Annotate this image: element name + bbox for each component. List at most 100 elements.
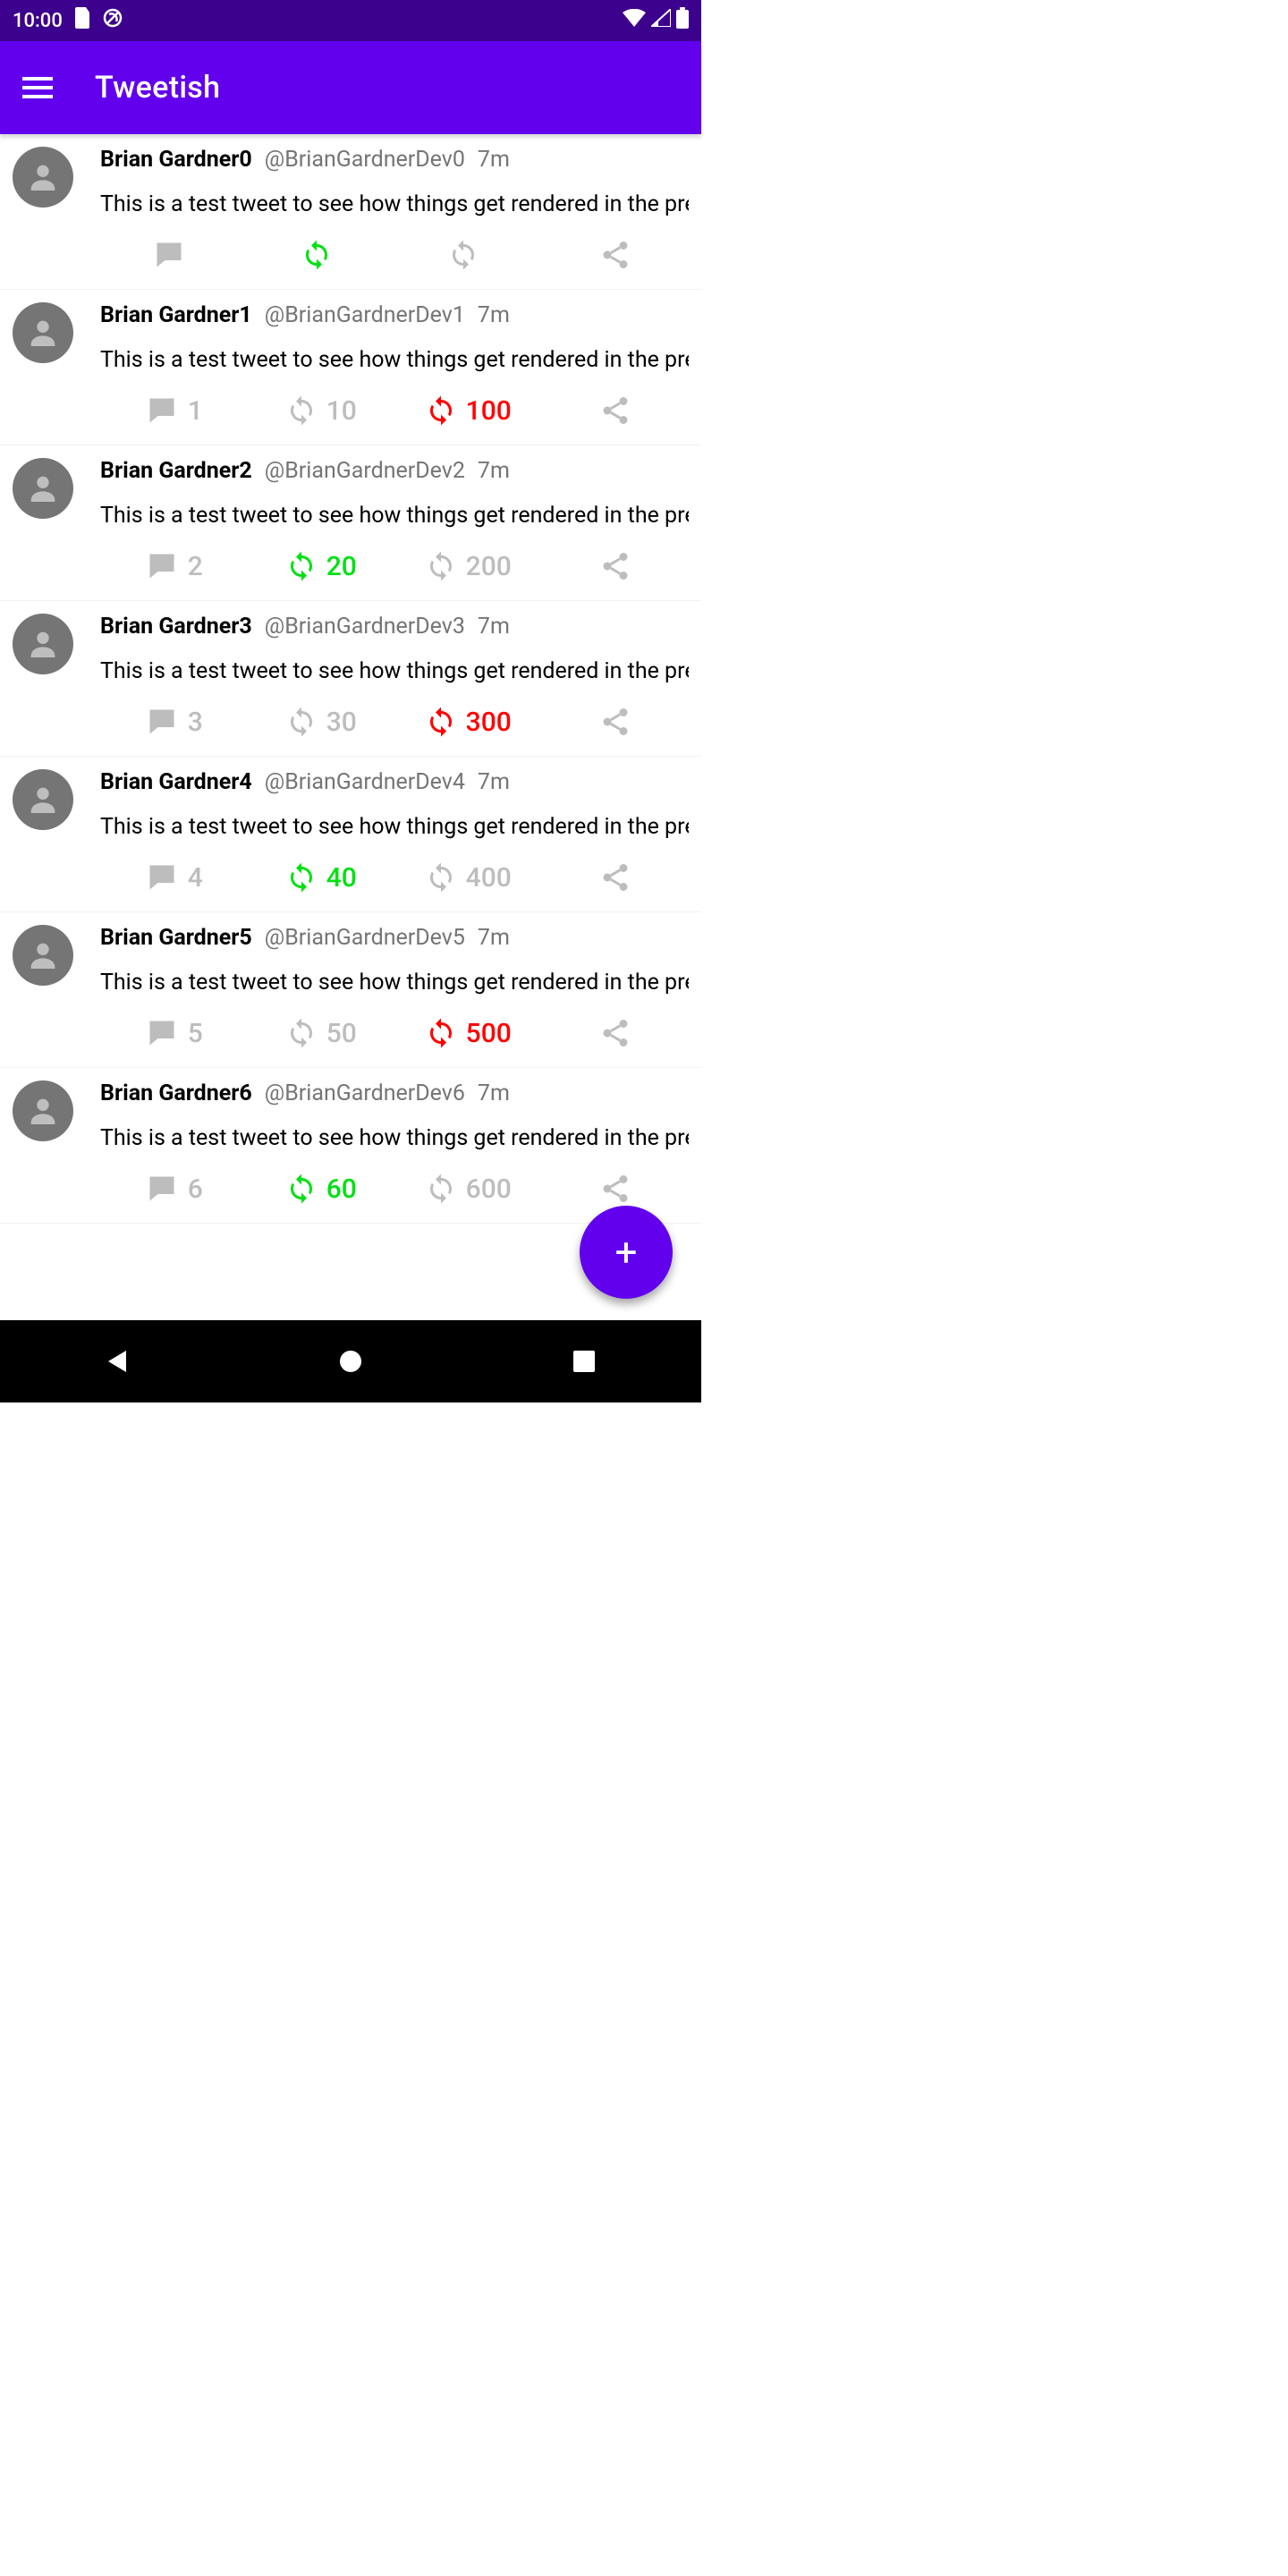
like-action[interactable]: 100 (394, 389, 542, 432)
avatar[interactable] (13, 147, 73, 208)
share-icon (599, 861, 631, 894)
share-action[interactable] (542, 856, 690, 899)
like-icon (425, 1017, 457, 1049)
like-count: 500 (466, 1018, 512, 1049)
share-action[interactable] (542, 545, 690, 588)
share-icon (599, 1017, 631, 1049)
like-action[interactable] (394, 233, 542, 276)
share-action[interactable] (542, 1167, 690, 1210)
tweet-item[interactable]: Brian Gardner0 @BrianGardnerDev0 7m This… (0, 134, 701, 290)
comment-action[interactable]: 2 (100, 545, 248, 588)
tweet-time: 7m (478, 769, 510, 796)
signal-icon (651, 9, 671, 32)
tweet-author-name: Brian Gardner5 (100, 925, 252, 952)
tweet-author-name: Brian Gardner1 (100, 302, 252, 329)
retweet-action[interactable]: 60 (248, 1167, 395, 1210)
like-icon (425, 394, 457, 427)
avatar[interactable] (13, 614, 73, 674)
tweet-item[interactable]: Brian Gardner3 @BrianGardnerDev3 7m This… (0, 601, 701, 757)
like-count: 200 (466, 551, 512, 582)
tweet-item[interactable]: Brian Gardner2 @BrianGardnerDev2 7m This… (0, 445, 701, 601)
retweet-action[interactable]: 10 (248, 389, 395, 432)
retweet-action[interactable]: 50 (248, 1012, 395, 1055)
person-icon (25, 470, 61, 506)
comment-icon (145, 861, 179, 894)
retweet-icon (285, 550, 318, 582)
share-icon (599, 706, 631, 738)
tweet-feed[interactable]: Brian Gardner0 @BrianGardnerDev0 7m This… (0, 134, 701, 1224)
nav-home-button[interactable] (297, 1349, 404, 1374)
tweet-item[interactable]: Brian Gardner5 @BrianGardnerDev5 7m This… (0, 912, 701, 1068)
share-action[interactable] (542, 233, 690, 276)
like-icon (447, 239, 479, 271)
app-bar: Tweetish (0, 41, 701, 134)
comment-action[interactable]: 5 (100, 1012, 248, 1055)
like-action[interactable]: 600 (394, 1167, 542, 1210)
retweet-action[interactable] (248, 233, 395, 276)
avatar[interactable] (13, 925, 73, 986)
wifi-icon (623, 9, 646, 32)
tweet-item[interactable]: Brian Gardner1 @BrianGardnerDev1 7m This… (0, 290, 701, 445)
like-action[interactable]: 500 (394, 1012, 542, 1055)
like-count: 100 (466, 395, 512, 427)
like-action[interactable]: 300 (394, 700, 542, 743)
retweet-icon (301, 239, 333, 271)
nav-recent-button[interactable] (530, 1351, 638, 1372)
share-icon (599, 239, 631, 271)
tweet-content: This is a test tweet to see how things g… (100, 658, 689, 684)
tweet-author-name: Brian Gardner3 (100, 614, 252, 640)
tweet-time: 7m (478, 925, 510, 952)
like-count: 400 (466, 862, 512, 894)
share-action[interactable] (542, 389, 690, 432)
tweet-author-handle: @BrianGardnerDev2 (265, 458, 465, 485)
retweet-action[interactable]: 30 (248, 700, 395, 743)
compose-fab[interactable]: + (580, 1206, 673, 1299)
share-action[interactable] (542, 1012, 690, 1055)
tweet-author-handle: @BrianGardnerDev4 (265, 769, 465, 796)
comment-count: 1 (188, 395, 203, 427)
like-count: 300 (466, 707, 512, 738)
plus-icon: + (615, 1229, 638, 1275)
comment-icon (145, 550, 179, 582)
tweet-item[interactable]: Brian Gardner4 @BrianGardnerDev4 7m This… (0, 757, 701, 912)
avatar[interactable] (13, 302, 73, 363)
person-icon (25, 937, 61, 973)
tweet-item[interactable]: Brian Gardner6 @BrianGardnerDev6 7m This… (0, 1068, 701, 1224)
avatar[interactable] (13, 769, 73, 830)
nav-back-button[interactable] (64, 1349, 171, 1374)
tweet-content: This is a test tweet to see how things g… (100, 347, 689, 373)
avatar[interactable] (13, 458, 73, 519)
comment-action[interactable]: 6 (100, 1167, 248, 1210)
share-icon (599, 394, 631, 427)
tweet-time: 7m (478, 458, 510, 485)
like-action[interactable]: 200 (394, 545, 542, 588)
retweet-count: 50 (326, 1018, 357, 1049)
sd-card-icon (73, 7, 91, 34)
comment-action[interactable]: 1 (100, 389, 248, 432)
share-action[interactable] (542, 700, 690, 743)
tweet-author-name: Brian Gardner0 (100, 147, 252, 174)
tweet-time: 7m (478, 147, 510, 174)
circle-home-icon (338, 1349, 363, 1374)
comment-action[interactable]: 4 (100, 856, 248, 899)
retweet-action[interactable]: 40 (248, 856, 395, 899)
share-icon (599, 550, 631, 582)
comment-count: 5 (188, 1018, 203, 1049)
tweet-content: This is a test tweet to see how things g… (100, 814, 689, 840)
comment-icon (145, 1173, 179, 1205)
retweet-action[interactable]: 20 (248, 545, 395, 588)
comment-action[interactable] (100, 233, 248, 276)
retweet-count: 60 (326, 1174, 357, 1205)
comment-icon (145, 706, 179, 738)
avatar[interactable] (13, 1080, 73, 1141)
comment-action[interactable]: 3 (100, 700, 248, 743)
tweet-author-name: Brian Gardner2 (100, 458, 252, 485)
comment-icon (145, 394, 179, 427)
retweet-icon (285, 1017, 318, 1049)
person-icon (25, 315, 61, 351)
tweet-time: 7m (478, 302, 510, 329)
menu-button[interactable] (16, 66, 59, 109)
like-action[interactable]: 400 (394, 856, 542, 899)
comment-icon (145, 1017, 179, 1049)
tweet-content: This is a test tweet to see how things g… (100, 970, 689, 996)
